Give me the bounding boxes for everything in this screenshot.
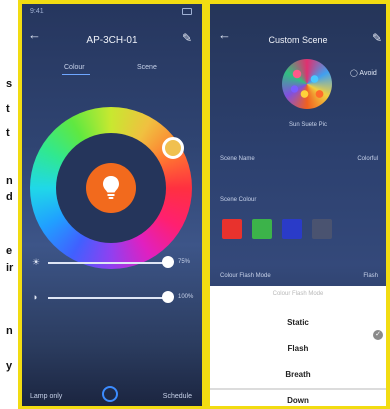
color-swatch-blue[interactable]: [282, 219, 302, 239]
margin-text: n: [6, 175, 13, 187]
avoid-toggle[interactable]: ◯ Avoid: [350, 69, 377, 77]
left-margin: s t t n d e ir n y: [0, 0, 20, 409]
margin-text: n: [6, 325, 13, 337]
avoid-label: Avoid: [359, 70, 377, 77]
battery-icon: [182, 8, 192, 15]
margin-text: y: [6, 360, 13, 372]
scene-name-value[interactable]: Colorful: [357, 156, 378, 162]
schedule-button[interactable]: Schedule: [163, 393, 192, 400]
colour-flash-mode-label: Colour Flash Mode: [220, 273, 271, 279]
margin-text: t: [6, 127, 10, 139]
bulb-toggle-button[interactable]: [86, 163, 136, 213]
margin-text: t: [6, 103, 10, 115]
margin-text: s: [6, 78, 13, 90]
status-time: 9:41: [30, 8, 44, 15]
option-static[interactable]: Static: [210, 318, 386, 327]
margin-text: e: [6, 245, 13, 257]
scene-image[interactable]: [282, 59, 332, 109]
colour-flash-mode-value[interactable]: Flash: [363, 273, 378, 279]
scene-colour-label: Scene Colour: [220, 197, 257, 203]
color-wheel[interactable]: [30, 107, 192, 269]
scene-name-label: Scene Name: [220, 156, 255, 162]
option-down[interactable]: Down: [210, 396, 386, 405]
slider-track: [48, 297, 166, 299]
color-wheel-center: [56, 133, 166, 243]
color-picker-knob[interactable]: [162, 137, 184, 159]
edit-pencil-icon[interactable]: ✎: [372, 31, 382, 45]
edit-pencil-icon[interactable]: ✎: [182, 31, 192, 45]
flash-mode-sheet: Colour Flash Mode Static Flash ✓ Breath …: [210, 286, 386, 406]
brightness-value: 75%: [178, 259, 191, 265]
temperature-slider[interactable]: ◑ 100%: [32, 291, 194, 305]
screen-title: Custom Scene: [268, 35, 328, 45]
slider-thumb[interactable]: [162, 291, 174, 303]
sheet-divider: [210, 388, 386, 390]
color-swatch-empty[interactable]: [312, 219, 332, 239]
custom-scene-screen: ← Custom Scene ✎ ◯ Avoid Sun Suete Pic S…: [210, 4, 386, 406]
sun-icon: ☀: [32, 257, 41, 267]
power-icon[interactable]: [102, 386, 118, 402]
color-swatch-green[interactable]: [252, 219, 272, 239]
lightbulb-icon: [103, 176, 119, 199]
margin-text: ir: [6, 262, 14, 274]
lamp-only-button[interactable]: Lamp only: [30, 393, 62, 400]
temperature-value: 100%: [178, 294, 194, 300]
tab-scene[interactable]: Scene: [137, 64, 157, 71]
contrast-icon: ◑: [32, 292, 38, 302]
sheet-title: Colour Flash Mode: [272, 291, 324, 297]
color-control-screen: 9:41 ← AP-3CH-01 ✎ Colour Scene ☀ 75% ◑ …: [22, 4, 202, 406]
slider-track: [48, 262, 166, 264]
option-breath[interactable]: Breath: [210, 370, 386, 379]
scene-image-caption: Sun Suete Pic: [288, 122, 328, 128]
slider-thumb[interactable]: [162, 256, 174, 268]
margin-text: d: [6, 191, 13, 203]
brightness-slider[interactable]: ☀ 75%: [32, 256, 192, 270]
tab-colour[interactable]: Colour: [64, 64, 85, 71]
option-flash[interactable]: Flash: [210, 344, 386, 353]
check-icon: ✓: [373, 330, 383, 340]
color-swatch-red[interactable]: [222, 219, 242, 239]
active-tab-indicator: [62, 74, 90, 75]
device-title: AP-3CH-01: [86, 35, 138, 46]
